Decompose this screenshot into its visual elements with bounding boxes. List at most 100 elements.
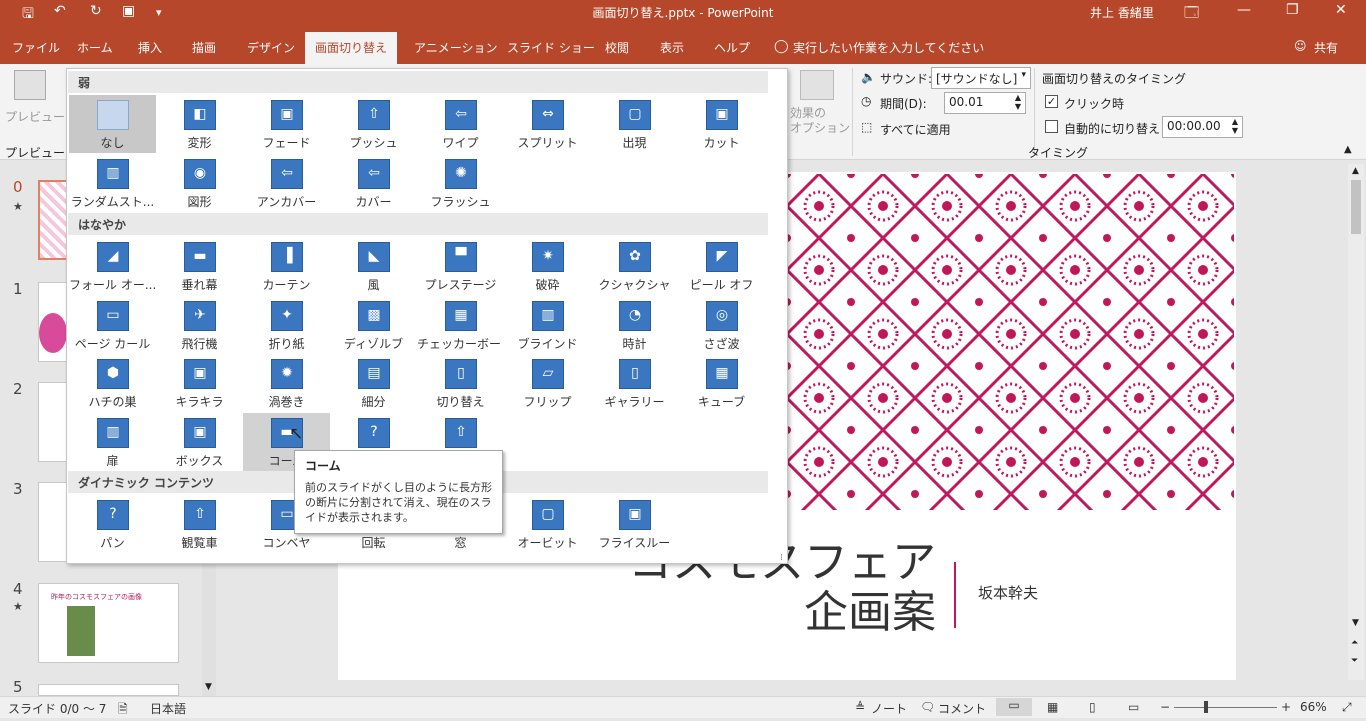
transition-label: 切り替え bbox=[436, 395, 485, 409]
transition-item[interactable]: ▯ ギャラリー bbox=[591, 354, 678, 412]
transition-item[interactable]: ▥ ブラインド bbox=[504, 296, 591, 354]
slideshow-view-icon[interactable]: ▭ bbox=[1128, 700, 1139, 714]
transition-item[interactable]: ✈ 飛行機 bbox=[156, 296, 243, 354]
transition-item[interactable]: ▣ キラキラ bbox=[156, 354, 243, 412]
resize-grip-icon[interactable]: ⁞ bbox=[780, 553, 783, 563]
transition-item[interactable]: ▤ 細分 bbox=[330, 354, 417, 412]
scroll-down-icon[interactable]: ▼ bbox=[205, 682, 212, 692]
transition-item[interactable]: ▩ ディゾルブ bbox=[330, 296, 417, 354]
transition-item[interactable]: ▭ ページ カール bbox=[69, 296, 156, 354]
tab-slideshow[interactable]: スライド ショー bbox=[507, 39, 595, 56]
zoom-level[interactable]: 66% bbox=[1300, 700, 1327, 714]
transition-item[interactable]: ✿ クシャクシャ bbox=[591, 237, 678, 295]
transition-item[interactable]: ▢ オービット bbox=[504, 495, 591, 553]
transition-item[interactable]: ▥ ランダムスト... bbox=[69, 154, 156, 212]
ribbon-display-icon[interactable]: 🗔 bbox=[1184, 2, 1199, 26]
next-slide-icon[interactable]: ⏷ bbox=[1351, 656, 1358, 666]
transition-item[interactable]: ⇦ カバー bbox=[330, 154, 417, 212]
transition-item[interactable]: ⇧ 観覧車 bbox=[156, 495, 243, 553]
transition-item[interactable]: ▦ チェッカーボード bbox=[417, 296, 504, 354]
preview-icon[interactable] bbox=[14, 70, 46, 100]
transition-item[interactable]: ⇧ プッシュ bbox=[330, 95, 417, 153]
fit-slide-icon[interactable]: ⤢ bbox=[1342, 700, 1352, 715]
transition-item[interactable]: ✹ 渦巻き bbox=[243, 354, 330, 412]
transition-item[interactable]: ▥ 扉 bbox=[69, 413, 156, 471]
tab-animations[interactable]: アニメーション bbox=[414, 39, 498, 56]
spinner-icon[interactable]: ▲ ▼ bbox=[1015, 93, 1021, 111]
effect-options-icon[interactable] bbox=[800, 70, 834, 100]
tab-transitions[interactable]: 画面切り替え bbox=[305, 32, 398, 64]
spinner-icon[interactable]: ▲ ▼ bbox=[1232, 117, 1238, 135]
minimize-icon[interactable]: — bbox=[1237, 2, 1251, 18]
slide-author[interactable]: 坂本幹夫 bbox=[978, 582, 1038, 603]
zoom-slider[interactable] bbox=[1174, 707, 1277, 708]
tab-home[interactable]: ホーム bbox=[77, 39, 113, 56]
apply-all-button[interactable]: すべてに適用 bbox=[880, 121, 951, 138]
reading-view-icon[interactable]: ▯ bbox=[1089, 700, 1096, 714]
transition-item[interactable]: ▣ フェード bbox=[243, 95, 330, 153]
transition-item[interactable]: ⇦ ワイプ bbox=[417, 95, 504, 153]
duration-field[interactable]: 00.01 ▲ ▼ bbox=[944, 92, 1026, 114]
transition-item[interactable]: ▯ 切り替え bbox=[417, 354, 504, 412]
transition-item[interactable]: ✷ 破砕 bbox=[504, 237, 591, 295]
transition-item[interactable]: ▣ カット bbox=[678, 95, 765, 153]
transition-item[interactable]: ▀ プレステージ bbox=[417, 237, 504, 295]
transition-item[interactable]: ? パン bbox=[69, 495, 156, 553]
slide-thumbnail[interactable]: 昨年のコスモスフェアの画像 bbox=[38, 583, 179, 663]
comments-button[interactable]: コメント bbox=[938, 700, 986, 717]
user-name[interactable]: 井上 香緒里 bbox=[1090, 4, 1154, 21]
main-scrollbar[interactable]: ▲ ▼ ⏶ ⏷ bbox=[1348, 164, 1364, 680]
transition-item[interactable]: ▬ 垂れ幕 bbox=[156, 237, 243, 295]
transition-item[interactable]: ▣ フライスルー bbox=[591, 495, 678, 553]
transition-item[interactable]: ⇦ アンカバー bbox=[243, 154, 330, 212]
tab-design[interactable]: デザイン bbox=[247, 39, 295, 56]
zoom-in-icon[interactable]: + bbox=[1281, 700, 1291, 714]
tab-help[interactable]: ヘルプ bbox=[714, 39, 750, 56]
preview-button[interactable]: プレビュー bbox=[5, 108, 65, 125]
normal-view-icon[interactable]: ▭ bbox=[996, 698, 1032, 716]
transition-item[interactable]: ▣ ボックス bbox=[156, 413, 243, 471]
transition-item[interactable]: ◎ さざ波 bbox=[678, 296, 765, 354]
transition-item[interactable]: ⇔ スプリット bbox=[504, 95, 591, 153]
scroll-up-icon[interactable]: ▲ bbox=[1352, 166, 1359, 176]
restore-icon[interactable]: ❐ bbox=[1286, 2, 1299, 18]
transition-item[interactable]: ✺ フラッシュ bbox=[417, 154, 504, 212]
transition-item[interactable]: ◧ 変形 bbox=[156, 95, 243, 153]
after-checkbox[interactable] bbox=[1045, 120, 1058, 133]
transition-item[interactable]: ▱ フリップ bbox=[504, 354, 591, 412]
tell-me-search[interactable]: 実行したい作業を入力してください bbox=[793, 39, 984, 56]
language[interactable]: 日本語 bbox=[150, 700, 186, 717]
transition-item[interactable]: ◤ ピール オフ bbox=[678, 237, 765, 295]
collapse-ribbon-icon[interactable]: ▲ bbox=[1344, 144, 1352, 155]
tab-review[interactable]: 校閲 bbox=[605, 39, 629, 56]
transition-item[interactable]: ▢ 出現 bbox=[591, 95, 678, 153]
tab-view[interactable]: 表示 bbox=[660, 39, 684, 56]
prev-slide-icon[interactable]: ⏶ bbox=[1351, 638, 1358, 648]
sorter-view-icon[interactable]: ▦ bbox=[1047, 700, 1058, 714]
transition-item[interactable]: ◢ フォール オー... bbox=[69, 237, 156, 295]
transition-item[interactable]: ◔ 時計 bbox=[591, 296, 678, 354]
transition-item[interactable]: ◣ 風 bbox=[330, 237, 417, 295]
transition-item[interactable]: ✦ 折り紙 bbox=[243, 296, 330, 354]
slide-thumbnail[interactable] bbox=[38, 684, 179, 696]
scroll-down-icon[interactable]: ▼ bbox=[1352, 618, 1359, 628]
close-icon[interactable]: ✕ bbox=[1335, 2, 1347, 18]
tab-file[interactable]: ファイル bbox=[12, 39, 60, 56]
transition-item[interactable]: なし bbox=[69, 95, 156, 153]
notes-button[interactable]: ノート bbox=[871, 700, 907, 717]
transition-item[interactable]: ◉ 図形 bbox=[156, 154, 243, 212]
transition-item[interactable]: ▐ カーテン bbox=[243, 237, 330, 295]
tab-insert[interactable]: 挿入 bbox=[138, 39, 162, 56]
scroll-thumb[interactable] bbox=[1351, 180, 1361, 234]
zoom-slider-thumb[interactable] bbox=[1204, 701, 1208, 713]
on-click-checkbox[interactable]: ✓ bbox=[1045, 95, 1058, 108]
after-time-field[interactable]: 00:00.00 ▲ ▼ bbox=[1162, 116, 1243, 138]
effect-options-button[interactable]: 効果の オプション bbox=[790, 106, 850, 136]
transition-item[interactable]: ▦ キューブ bbox=[678, 354, 765, 412]
sound-select[interactable]: [サウンドなし] ▾ bbox=[931, 67, 1031, 89]
slide-count[interactable]: スライド 0/0 〜 7 bbox=[8, 700, 106, 717]
zoom-out-icon[interactable]: − bbox=[1160, 700, 1170, 714]
tab-draw[interactable]: 描画 bbox=[192, 39, 216, 56]
transition-item[interactable]: ⬢ ハチの巣 bbox=[69, 354, 156, 412]
share-button[interactable]: 共有 bbox=[1314, 39, 1338, 56]
